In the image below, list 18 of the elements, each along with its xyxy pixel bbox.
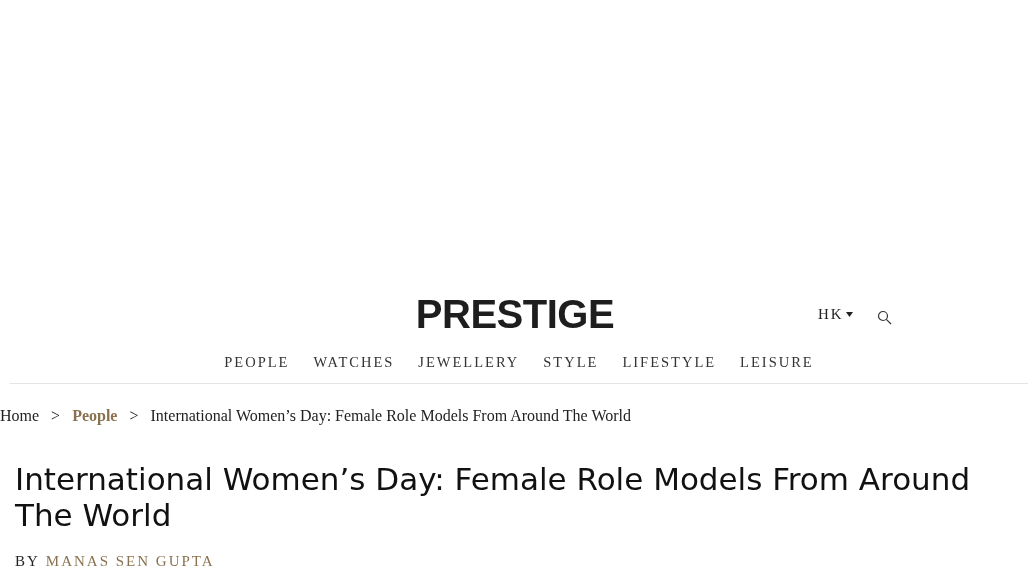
breadcrumb-separator: > bbox=[129, 407, 139, 425]
byline-prefix: BY bbox=[15, 553, 40, 570]
article-title: International Women’s Day: Female Role Models From Around The World bbox=[15, 461, 972, 533]
search-icon[interactable] bbox=[876, 309, 892, 325]
region-selector[interactable]: HK bbox=[818, 305, 853, 323]
nav-link[interactable]: WATCHES bbox=[313, 354, 395, 371]
nav-link[interactable]: PEOPLE bbox=[224, 354, 290, 371]
nav-link[interactable]: LEISURE bbox=[740, 354, 814, 371]
nav-link[interactable]: LIFESTYLE bbox=[622, 354, 717, 371]
breadcrumb-page-title: International Women’s Day: Female Role Models From Around The World bbox=[150, 407, 631, 425]
nav-link[interactable]: STYLE bbox=[543, 354, 599, 371]
breadcrumb-link[interactable]: Home bbox=[0, 407, 40, 425]
breadcrumb-separator: > bbox=[51, 407, 61, 425]
caret-icon bbox=[845, 311, 853, 317]
breadcrumb-link[interactable]: People bbox=[72, 407, 118, 425]
site-logo[interactable]: PRESTIGE bbox=[415, 291, 615, 337]
author-link[interactable]: MANAS SEN GUPTA bbox=[45, 553, 215, 570]
nav-link[interactable]: JEWELLERY bbox=[418, 354, 520, 371]
